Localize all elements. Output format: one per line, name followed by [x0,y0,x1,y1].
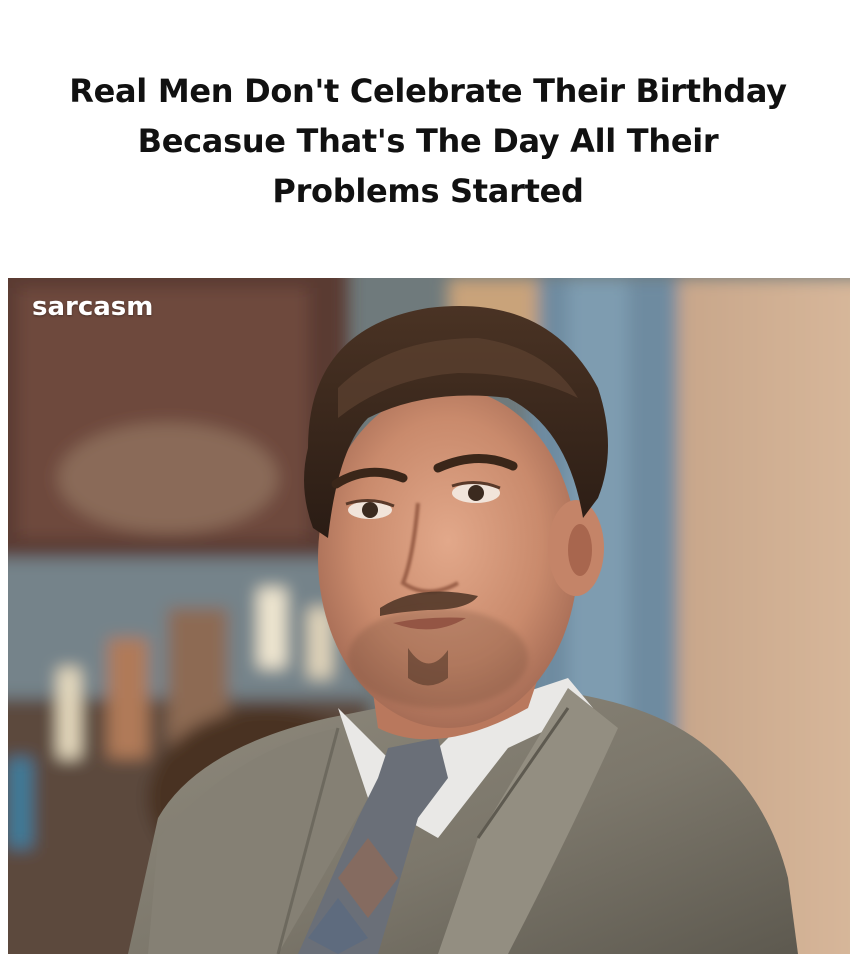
man-in-grey-suit-icon [8,278,850,954]
meme-caption: Real Men Don't Celebrate Their Birthday … [0,66,856,216]
caption-line-2: Becasue That's The Day All Their [137,122,719,160]
meme-photo: sarcasm [8,278,850,954]
caption-line-1: Real Men Don't Celebrate Their Birthday [69,72,787,110]
caption-line-3: Problems Started [272,172,584,210]
sarcasm-watermark: sarcasm [32,292,154,322]
